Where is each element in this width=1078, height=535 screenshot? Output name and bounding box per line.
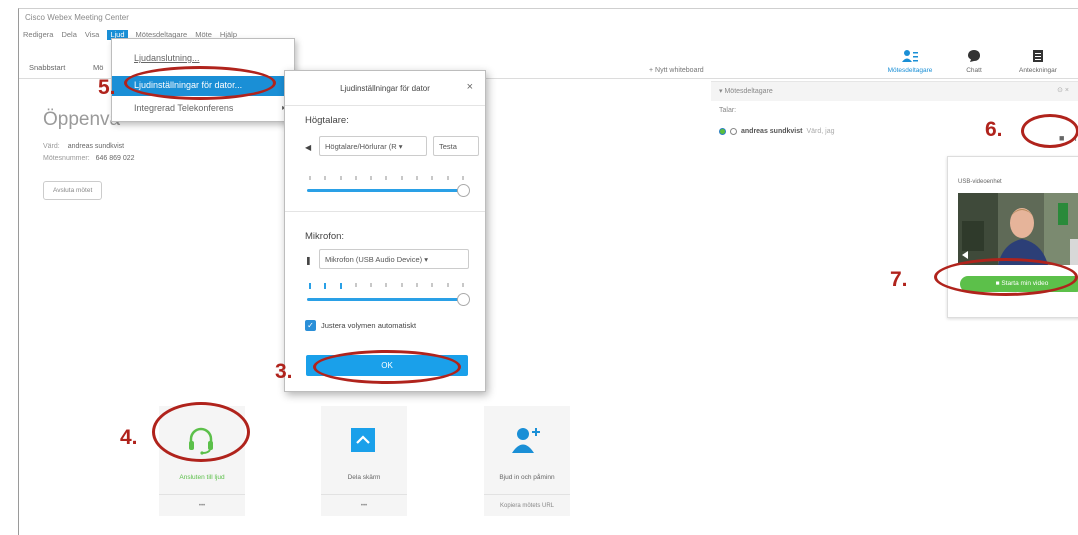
annotation-ellipse-5 bbox=[124, 66, 276, 100]
menu-visa[interactable]: Visa bbox=[85, 30, 99, 40]
dialog-divider bbox=[285, 211, 485, 212]
mic-volume-slider[interactable] bbox=[457, 293, 470, 306]
microphone-label: Mikrofon: bbox=[305, 231, 345, 242]
annotation-ellipse-6 bbox=[1021, 114, 1078, 148]
host-label: Värd: bbox=[43, 143, 60, 150]
video-preview bbox=[958, 193, 1078, 265]
test-speaker-button[interactable]: Testa bbox=[433, 136, 479, 156]
collapse-icon[interactable]: ▾ bbox=[719, 88, 723, 95]
camera-select[interactable]: USB-videoenhet bbox=[958, 179, 1002, 185]
dialog-close-icon[interactable]: × bbox=[467, 81, 473, 93]
speaker-device-value: Högtalare/Hörlurar (R bbox=[325, 142, 397, 151]
speakers-label: Högtalare: bbox=[305, 115, 349, 126]
annotation-number-6: 6. bbox=[985, 118, 1003, 141]
share-screen-label: Dela skärm bbox=[347, 474, 381, 481]
speaker-label: Talar: bbox=[719, 107, 737, 114]
host-name: andreas sundkvist bbox=[67, 143, 125, 150]
annotation-ellipse-3 bbox=[313, 350, 461, 384]
meeting-number-label: Mötesnummer: bbox=[43, 155, 90, 162]
notes-toolbar-button[interactable]: Anteckningar bbox=[1013, 49, 1063, 74]
notes-icon bbox=[1033, 50, 1043, 62]
menu-redigera[interactable]: Redigera bbox=[23, 30, 53, 40]
speaker-volume-slider[interactable] bbox=[457, 184, 470, 197]
share-more-button[interactable]: ••• bbox=[321, 494, 407, 516]
chat-toolbar-label: Chatt bbox=[966, 67, 982, 74]
audio-settings-dialog: Ljudinställningar för dator × Högtalare:… bbox=[284, 70, 486, 392]
annotation-ellipse-4 bbox=[152, 402, 250, 462]
tab-snabbstart[interactable]: Snabbstart bbox=[29, 63, 65, 72]
copy-meeting-url-button[interactable]: Kopiera mötets URL bbox=[484, 494, 570, 516]
participants-panel-header: ▾ Mötesdeltagare ⊙ × bbox=[711, 81, 1078, 101]
leave-meeting-button[interactable]: Avsluta mötet bbox=[43, 181, 103, 200]
meeting-number-row: Mötesnummer: 646 869 022 bbox=[43, 155, 135, 162]
chat-icon bbox=[968, 50, 980, 62]
meeting-title: Öppenvä bbox=[43, 109, 121, 130]
person-video-image bbox=[958, 193, 1078, 265]
auto-volume-row[interactable]: ✓ Justera volymen automatiskt bbox=[305, 320, 416, 331]
new-whiteboard-label: Nytt whiteboard bbox=[655, 67, 704, 74]
annotation-number-4: 4. bbox=[120, 426, 138, 449]
plus-icon: + bbox=[649, 67, 654, 74]
invite-label: Bjud in och påminn bbox=[499, 474, 555, 481]
share-screen-icon bbox=[343, 420, 383, 460]
dialog-divider bbox=[285, 105, 485, 106]
audio-more-button[interactable]: ••• bbox=[159, 494, 245, 516]
integrated-teleconference-label: Integrerad Telekonferens bbox=[134, 103, 234, 113]
menu-dela[interactable]: Dela bbox=[61, 30, 76, 40]
microphone-select[interactable]: Mikrofon (USB Audio Device) ▾ bbox=[319, 249, 469, 269]
speaker-level-meter bbox=[309, 176, 464, 180]
participants-icon bbox=[902, 50, 918, 62]
audio-tile-label: Ansluten till ljud bbox=[179, 474, 225, 481]
invite-tile[interactable]: Bjud in och påminn Kopiera mötets URL bbox=[484, 406, 570, 516]
microphone-icon: ❚ bbox=[305, 256, 312, 265]
host-row: Värd: andreas sundkvist bbox=[43, 143, 124, 150]
audio-status-icon bbox=[719, 128, 726, 135]
annotation-number-3: 3. bbox=[275, 360, 293, 383]
annotation-number-5: 5. bbox=[98, 76, 116, 99]
new-whiteboard-button[interactable]: + Nytt whiteboard bbox=[649, 67, 704, 74]
mic-level-meter bbox=[309, 283, 464, 289]
mic-volume-track bbox=[307, 298, 467, 301]
participant-role: Värd, jag bbox=[806, 128, 835, 135]
video-status-icon bbox=[730, 128, 737, 135]
participant-row[interactable]: andreas sundkvist Värd, jag bbox=[719, 128, 835, 135]
mic-device-value: Mikrofon (USB Audio Device) bbox=[325, 255, 423, 264]
tab-meeting[interactable]: Mö bbox=[93, 63, 103, 72]
auto-volume-checkbox[interactable]: ✓ bbox=[305, 320, 316, 331]
speaker-select[interactable]: Högtalare/Hörlurar (R ▾ bbox=[319, 136, 427, 156]
share-screen-tile[interactable]: Dela skärm ••• bbox=[321, 406, 407, 516]
menu-item-integrated-teleconference[interactable]: Integrerad Telekonferens ▸ bbox=[112, 99, 294, 119]
annotation-ellipse-7 bbox=[934, 258, 1078, 296]
participants-panel-title: Mötesdeltagare bbox=[724, 88, 773, 95]
window-title: Cisco Webex Meeting Center bbox=[25, 13, 129, 22]
participants-toolbar-button[interactable]: Mötesdeltagare bbox=[885, 49, 935, 74]
speaker-volume-track bbox=[307, 189, 467, 192]
chevron-down-icon: ▾ bbox=[398, 142, 403, 151]
participants-toolbar-label: Mötesdeltagare bbox=[887, 67, 933, 74]
participant-name: andreas sundkvist bbox=[741, 128, 803, 135]
dialog-title: Ljudinställningar för dator bbox=[340, 84, 430, 93]
chevron-down-icon: ▾ bbox=[424, 255, 428, 264]
annotation-number-7: 7. bbox=[890, 268, 908, 291]
notes-toolbar-label: Anteckningar bbox=[1019, 67, 1057, 74]
meeting-number-value: 646 869 022 bbox=[95, 155, 135, 162]
auto-volume-label: Justera volymen automatiskt bbox=[321, 321, 417, 330]
panel-close-icon[interactable]: ⊙ × bbox=[1057, 86, 1069, 94]
speaker-icon: ◀ bbox=[305, 143, 312, 152]
chat-toolbar-button[interactable]: Chatt bbox=[949, 49, 999, 74]
add-user-icon bbox=[506, 420, 546, 460]
